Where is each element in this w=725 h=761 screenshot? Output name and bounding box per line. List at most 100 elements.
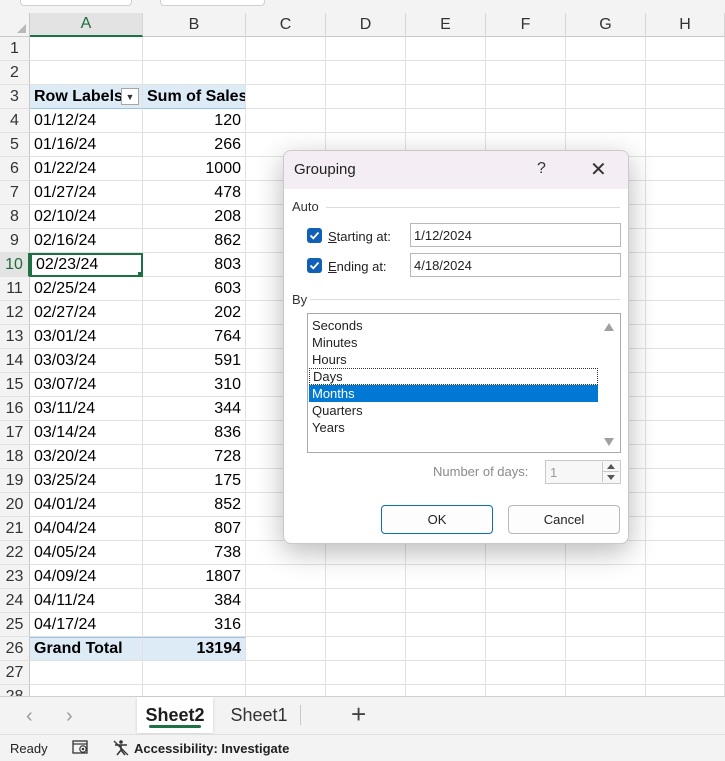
accessibility-status[interactable]: Accessibility: Investigate <box>112 739 289 757</box>
grand-total-value[interactable]: 13194 <box>143 637 246 661</box>
next-sheet-icon[interactable]: › <box>66 705 73 728</box>
cell[interactable] <box>406 541 486 565</box>
cell[interactable] <box>646 493 725 517</box>
pivot-row-value[interactable]: 807 <box>143 517 246 541</box>
row-header-26[interactable]: 26 <box>0 637 30 661</box>
cell[interactable] <box>406 661 486 685</box>
row-header-25[interactable]: 25 <box>0 613 30 637</box>
cell[interactable] <box>646 445 725 469</box>
row-header-4[interactable]: 4 <box>0 109 30 133</box>
pivot-row-label[interactable]: 04/11/24 <box>30 589 143 613</box>
cell[interactable] <box>246 541 326 565</box>
row-header-6[interactable]: 6 <box>0 157 30 181</box>
cell[interactable] <box>646 253 725 277</box>
column-header-g[interactable]: G <box>566 13 646 37</box>
row-header-19[interactable]: 19 <box>0 469 30 493</box>
pivot-row-value[interactable]: 175 <box>143 469 246 493</box>
column-header-f[interactable]: F <box>486 13 566 37</box>
cell[interactable] <box>566 541 646 565</box>
cell[interactable] <box>646 277 725 301</box>
cell[interactable] <box>646 181 725 205</box>
pivot-row-label[interactable]: 02/16/24 <box>30 229 143 253</box>
pivot-row-value[interactable]: 1807 <box>143 565 246 589</box>
cell[interactable] <box>30 61 143 85</box>
grand-total-label[interactable]: Grand Total <box>30 637 143 661</box>
row-header-13[interactable]: 13 <box>0 325 30 349</box>
pivot-row-label[interactable]: 01/22/24 <box>30 157 143 181</box>
prev-sheet-icon[interactable]: ‹ <box>26 705 33 728</box>
cell[interactable] <box>326 541 406 565</box>
pivot-row-value[interactable]: 738 <box>143 541 246 565</box>
pivot-row-label[interactable]: 04/09/24 <box>30 565 143 589</box>
cancel-button[interactable]: Cancel <box>508 505 620 534</box>
row-header-3[interactable]: 3 <box>0 85 30 109</box>
cell[interactable] <box>406 613 486 637</box>
cell[interactable] <box>566 637 646 661</box>
list-item-months[interactable]: Months <box>309 385 598 402</box>
pivot-row-value[interactable]: 316 <box>143 613 246 637</box>
cell[interactable] <box>143 37 246 61</box>
pivot-row-label[interactable]: 03/14/24 <box>30 421 143 445</box>
cell[interactable] <box>646 373 725 397</box>
row-header-14[interactable]: 14 <box>0 349 30 373</box>
cell[interactable] <box>486 61 566 85</box>
cell[interactable] <box>486 85 566 109</box>
cell[interactable] <box>646 325 725 349</box>
row-header-16[interactable]: 16 <box>0 397 30 421</box>
column-header-d[interactable]: D <box>326 13 406 37</box>
cell[interactable] <box>486 589 566 613</box>
pivot-row-value[interactable]: 310 <box>143 373 246 397</box>
filter-dropdown-icon[interactable]: ▼ <box>121 88 139 105</box>
pivot-row-value[interactable]: 1000 <box>143 157 246 181</box>
pivot-row-value[interactable]: 384 <box>143 589 246 613</box>
close-icon[interactable]: ✕ <box>590 157 607 182</box>
cell[interactable] <box>30 661 143 685</box>
cell[interactable] <box>406 589 486 613</box>
row-header-2[interactable]: 2 <box>0 61 30 85</box>
pivot-row-value[interactable]: 202 <box>143 301 246 325</box>
cell[interactable] <box>406 685 486 696</box>
cell[interactable] <box>646 349 725 373</box>
macro-recording-icon[interactable] <box>72 739 90 755</box>
cell[interactable] <box>646 133 725 157</box>
cell[interactable] <box>246 637 326 661</box>
scroll-up-icon[interactable] <box>604 323 614 331</box>
cell[interactable] <box>246 61 326 85</box>
row-header-24[interactable]: 24 <box>0 589 30 613</box>
pivot-row-value[interactable]: 591 <box>143 349 246 373</box>
pivot-row-value[interactable]: 862 <box>143 229 246 253</box>
tab-sheet1[interactable]: Sheet1 <box>220 697 298 733</box>
starting-at-checkbox[interactable] <box>307 228 322 243</box>
cell[interactable] <box>246 685 326 696</box>
cell[interactable] <box>646 517 725 541</box>
row-header-17[interactable]: 17 <box>0 421 30 445</box>
cell[interactable] <box>646 85 725 109</box>
cell[interactable] <box>406 37 486 61</box>
row-header-1[interactable]: 1 <box>0 37 30 61</box>
cell[interactable] <box>646 685 725 696</box>
pivot-row-label[interactable]: 04/04/24 <box>30 517 143 541</box>
cell[interactable] <box>246 85 326 109</box>
cell[interactable] <box>246 589 326 613</box>
cell[interactable] <box>646 613 725 637</box>
cell[interactable] <box>326 61 406 85</box>
list-item-days[interactable]: Days <box>309 368 598 385</box>
by-listbox[interactable]: Seconds Minutes Hours Days Months Quarters Yea… <box>307 313 621 453</box>
cell[interactable] <box>566 61 646 85</box>
cell[interactable] <box>566 565 646 589</box>
cell[interactable] <box>566 37 646 61</box>
select-all-corner[interactable] <box>0 13 30 37</box>
cell[interactable] <box>326 37 406 61</box>
pivot-row-labels-header[interactable]: Row Labels ▼ <box>30 85 143 109</box>
cell[interactable] <box>646 589 725 613</box>
cell[interactable] <box>326 565 406 589</box>
column-header-h[interactable]: H <box>646 13 725 37</box>
column-header-a[interactable]: A <box>30 13 143 37</box>
cell[interactable] <box>326 613 406 637</box>
pivot-row-label[interactable]: 02/10/24 <box>30 205 143 229</box>
pivot-row-label[interactable]: 03/03/24 <box>30 349 143 373</box>
row-header-5[interactable]: 5 <box>0 133 30 157</box>
cell[interactable] <box>486 37 566 61</box>
cell[interactable] <box>486 613 566 637</box>
pivot-row-label[interactable]: 04/05/24 <box>30 541 143 565</box>
